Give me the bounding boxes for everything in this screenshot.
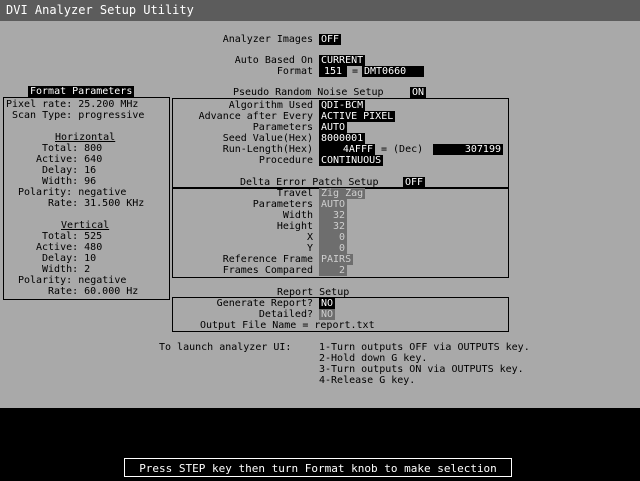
h-polarity: Polarity: negative [18,187,127,198]
report-file-name: Output File Name = report.txt [200,320,375,331]
prn-procedure[interactable]: CONTINUOUS [319,155,384,166]
instruction-step: 3-Turn outputs ON via OUTPUTS key. [319,364,524,375]
instruction-step: 1-Turn outputs OFF via OUTPUTS key. [319,342,530,353]
prn-advance-label: Advance after Every [198,111,313,122]
prn-algorithm[interactable]: QDI-BCM [319,100,366,111]
report-generate-label: Generate Report? [216,298,313,309]
delta-state[interactable]: OFF [403,177,426,188]
title-bar: DVI Analyzer Setup Utility [0,0,640,21]
v-total: Total: 525 [42,231,103,242]
delta-parameters[interactable]: AUTO [319,199,348,210]
prn-title: Pseudo Random Noise Setup [233,87,384,98]
horizontal-title: Horizontal [55,132,116,143]
delta-frames[interactable]: 2 [319,265,347,276]
h-total: Total: 800 [42,143,103,154]
format-name: DMT0660 [362,66,424,77]
prn-algorithm-label: Algorithm Used [228,100,313,111]
delta-ref[interactable]: PAIRS [319,254,354,265]
prn-parameters-label: Parameters [252,122,313,133]
instruction-step: 2-Hold down G key. [319,353,428,364]
auto-based-on-value[interactable]: CURRENT [319,55,366,66]
format-label: Format [276,66,313,77]
vertical-title: Vertical [61,220,110,231]
setup-screen: Analyzer Images OFF Auto Based On CURREN… [0,21,640,408]
prn-runlength-label: Run-Length(Hex) [222,144,313,155]
analyzer-images-label: Analyzer Images [222,34,313,45]
prn-procedure-label: Procedure [258,155,313,166]
prn-parameters[interactable]: AUTO [319,122,348,133]
v-polarity: Polarity: negative [18,275,127,286]
delta-y[interactable]: 0 [319,243,347,254]
prn-dec: 307199 [433,144,503,155]
v-width: Width: 2 [42,264,91,275]
format-equals: = [352,66,359,77]
h-rate: Rate: 31.500 KHz [48,198,145,209]
delta-width-label: Width [282,210,313,221]
v-delay: Delay: 10 [42,253,97,264]
h-active: Active: 640 [36,154,103,165]
delta-height-label: Height [276,221,313,232]
delta-ref-label: Reference Frame [222,254,313,265]
v-rate: Rate: 60.000 Hz [48,286,139,297]
format-parameters-header: Format Parameters [28,86,135,97]
delta-y-label: Y [306,243,313,254]
report-detailed[interactable]: NO [319,309,336,320]
delta-height[interactable]: 32 [319,221,347,232]
v-active: Active: 480 [36,242,103,253]
analyzer-images-value[interactable]: OFF [319,34,342,45]
h-delay: Delay: 16 [42,165,97,176]
scan-type: Scan Type: progressive [12,110,145,121]
pixel-rate: Pixel rate: 25.200 MHz [6,99,139,110]
delta-travel-label: Travel [276,188,313,199]
h-width: Width: 96 [42,176,97,187]
instructions-lead: To launch analyzer UI: [159,342,292,353]
window-title: DVI Analyzer Setup Utility [6,3,194,17]
delta-title: Delta Error Patch Setup [240,177,379,188]
delta-width[interactable]: 32 [319,210,347,221]
prn-runlength[interactable]: 4AFFF [319,144,375,155]
auto-based-on-label: Auto Based On [234,55,313,66]
delta-x[interactable]: 0 [319,232,347,243]
delta-travel[interactable]: Zig Zag [319,188,366,199]
prn-seed[interactable]: 8000001 [319,133,366,144]
delta-frames-label: Frames Compared [222,265,313,276]
prn-seed-label: Seed Value(Hex) [222,133,313,144]
prn-state[interactable]: ON [410,87,427,98]
prn-dec-label: = (Dec) [381,144,424,155]
format-number[interactable]: 151 [319,66,347,77]
report-detailed-label: Detailed? [258,309,313,320]
report-generate[interactable]: NO [319,298,336,309]
delta-parameters-label: Parameters [252,199,313,210]
status-message: Press STEP key then turn Format knob to … [124,458,512,477]
instruction-step: 4-Release G key. [319,375,416,386]
delta-x-label: X [306,232,313,243]
prn-advance[interactable]: ACTIVE PIXEL [319,111,396,122]
